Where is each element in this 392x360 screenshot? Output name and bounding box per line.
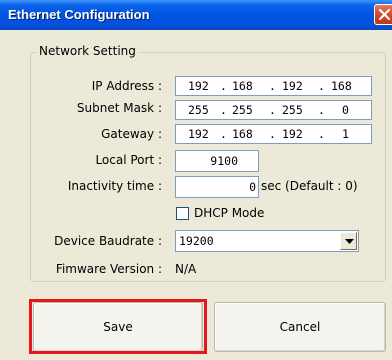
save-button[interactable]: Save <box>33 302 203 352</box>
close-icon <box>378 8 391 21</box>
gw-octet-3: 192 <box>282 127 303 141</box>
ip-octet-4: 168 <box>331 79 352 93</box>
inactivity-input[interactable]: 0 <box>175 176 259 198</box>
window-title: Ethernet Configuration <box>8 7 150 22</box>
cancel-button-label: Cancel <box>279 320 321 334</box>
mask-octet-3: 255 <box>282 103 303 117</box>
dhcp-label: DHCP Mode <box>194 206 265 220</box>
baudrate-dropdown-button[interactable] <box>340 232 357 250</box>
chevron-down-icon <box>345 239 354 244</box>
subnet-mask-label: Subnet Mask : <box>76 101 162 115</box>
inactivity-value: 0 <box>249 180 256 194</box>
ip-octet-1: 192 <box>188 79 209 93</box>
firmware-label: Fimware Version : <box>55 262 162 276</box>
mask-octet-2: 255 <box>232 103 253 117</box>
ip-octet-2: 168 <box>232 79 253 93</box>
local-port-input[interactable]: 9100 <box>175 150 259 172</box>
mask-octet-1: 255 <box>188 103 209 117</box>
firmware-value: N/A <box>175 262 197 276</box>
ip-address-label: IP Address : <box>91 79 162 93</box>
inactivity-label: Inactivity time : <box>67 179 162 193</box>
local-port-label: Local Port : <box>95 153 162 167</box>
baudrate-label: Device Baudrate : <box>54 234 162 248</box>
subnet-mask-input[interactable]: 255 . 255 . 255 . 0 <box>175 100 372 120</box>
ip-address-input[interactable]: 192 . 168 . 192 . 168 <box>175 76 372 96</box>
gw-octet-2: 168 <box>232 127 253 141</box>
baudrate-value: 19200 <box>179 234 214 248</box>
inactivity-suffix: sec (Default : 0) <box>261 179 358 193</box>
group-label: Network Setting <box>36 44 139 58</box>
title-bar[interactable]: Ethernet Configuration <box>0 0 392 30</box>
gw-octet-1: 192 <box>188 127 209 141</box>
dhcp-checkbox[interactable] <box>176 207 189 220</box>
gateway-input[interactable]: 192 . 168 . 192 . 1 <box>175 124 372 144</box>
gw-octet-4: 1 <box>342 127 349 141</box>
baudrate-select[interactable]: 19200 <box>175 230 359 252</box>
mask-octet-4: 0 <box>342 103 349 117</box>
save-button-label: Save <box>103 320 133 334</box>
local-port-value: 9100 <box>210 154 238 168</box>
ip-octet-3: 192 <box>282 79 303 93</box>
close-button[interactable] <box>374 4 392 25</box>
ethernet-config-dialog: Ethernet Configuration Network Setting I… <box>0 0 392 360</box>
gateway-label: Gateway : <box>101 127 162 141</box>
cancel-button[interactable]: Cancel <box>214 302 386 352</box>
